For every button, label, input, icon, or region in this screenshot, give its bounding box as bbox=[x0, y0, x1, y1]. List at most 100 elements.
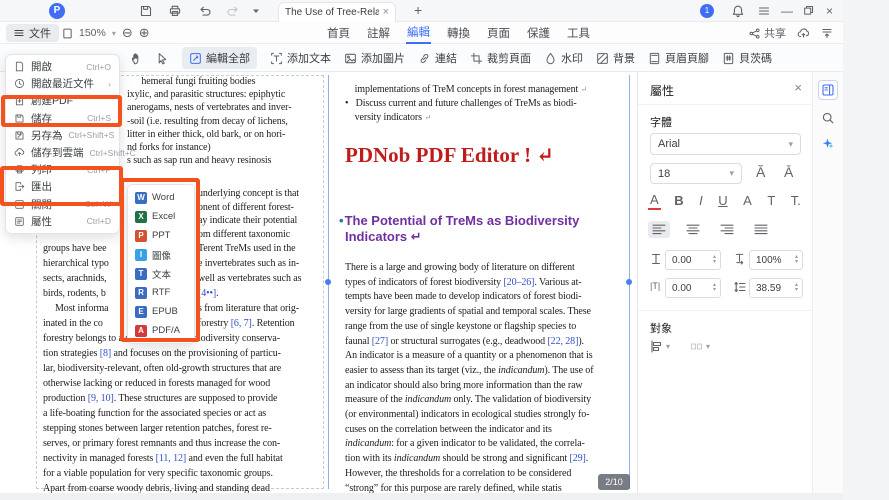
word-spacing-input[interactable]: 0.00▴▾ bbox=[665, 278, 721, 298]
zoom-out-icon[interactable]: ⊖ bbox=[122, 25, 133, 41]
textbox-handle[interactable] bbox=[626, 279, 632, 285]
select-tool-icon[interactable] bbox=[156, 52, 169, 65]
add-image-button[interactable]: 添加圖片 bbox=[344, 50, 405, 66]
file-menu-item-另存為[interactable]: 另存為Ctrl+Shift+S bbox=[6, 127, 119, 144]
search-panel-icon[interactable] bbox=[818, 108, 838, 128]
tab-tools[interactable]: 工具 bbox=[566, 23, 591, 43]
save-icon[interactable] bbox=[139, 4, 153, 18]
hand-tool-icon[interactable] bbox=[130, 52, 143, 65]
file-menu-item-列印[interactable]: 列印Ctrl+P bbox=[6, 161, 119, 178]
link-button[interactable]: 連結 bbox=[418, 50, 457, 66]
print-icon[interactable] bbox=[168, 4, 182, 18]
stepper-arrows[interactable]: ▴▾ bbox=[795, 283, 798, 293]
file-menu-item-匯出[interactable]: 匯出 bbox=[6, 178, 119, 195]
font-color-button[interactable]: A bbox=[648, 192, 661, 210]
export-format-Word[interactable]: WWord bbox=[128, 188, 194, 207]
restore-window-button[interactable] bbox=[803, 5, 817, 19]
file-menu-item-開啟[interactable]: 開啟Ctrl+O bbox=[6, 58, 119, 75]
export-format-文本[interactable]: T文本 bbox=[128, 264, 194, 283]
zoom-in-icon[interactable]: ⊕ bbox=[139, 25, 150, 41]
history-caret-icon[interactable] bbox=[252, 7, 266, 21]
stepper-arrows[interactable]: ▴▾ bbox=[795, 255, 798, 265]
saveas-icon bbox=[14, 130, 25, 141]
redo-icon[interactable] bbox=[226, 4, 240, 18]
crop-page-button[interactable]: 裁剪頁面 bbox=[470, 50, 531, 66]
document-text-line: hierarchical typo bbox=[43, 258, 109, 269]
document-text-line: Apart from coarse woody debris, living a… bbox=[43, 483, 270, 493]
new-tab-button[interactable]: + bbox=[414, 2, 422, 18]
italic-button[interactable]: I bbox=[697, 192, 705, 209]
cloud-sync-icon[interactable] bbox=[797, 27, 810, 40]
font-size-decrease-button[interactable]: Ā bbox=[784, 164, 793, 180]
align-right-button[interactable] bbox=[716, 221, 738, 238]
document-tab[interactable]: The Use of Tree-Relate... * × bbox=[278, 2, 396, 22]
font-size-increase-button[interactable]: Ă bbox=[756, 164, 765, 180]
file-menu-button[interactable]: 文件 bbox=[6, 24, 59, 42]
share-button[interactable]: 共享 bbox=[749, 25, 786, 41]
object-section-label: 對象 bbox=[650, 320, 672, 336]
tab-home[interactable]: 首頁 bbox=[326, 23, 351, 43]
underline-button[interactable]: U bbox=[716, 192, 729, 209]
document-text-line: sects, arachnids, bbox=[43, 273, 107, 284]
export-format-圖像[interactable]: I圖像 bbox=[128, 245, 194, 264]
cloudup-icon bbox=[14, 147, 25, 158]
tab-protect[interactable]: 保護 bbox=[526, 23, 551, 43]
file-menu-item-屬性[interactable]: 屬性Ctrl+D bbox=[6, 213, 119, 230]
char-spacing-input[interactable]: 0.00▴▾ bbox=[665, 250, 721, 270]
stepper-arrows[interactable]: ▴▾ bbox=[713, 283, 716, 293]
document-tab-title: The Use of Tree-Relate... * bbox=[285, 7, 379, 18]
file-menu-item-儲存[interactable]: 儲存Ctrl+S bbox=[6, 110, 119, 127]
export-format-EPUB[interactable]: EEPUB bbox=[128, 302, 194, 321]
export-format-PDF/A[interactable]: APDF/A bbox=[128, 321, 194, 340]
background-button[interactable]: 背景 bbox=[596, 50, 635, 66]
account-badge[interactable]: 1 bbox=[700, 4, 714, 18]
object-align-button[interactable]: ▾ bbox=[650, 340, 670, 353]
export-format-PPT[interactable]: PPPT bbox=[128, 226, 194, 245]
file-menu-item-創建PDF[interactable]: 創建PDF bbox=[6, 92, 119, 109]
align-left-button[interactable] bbox=[648, 221, 670, 238]
superscript-button[interactable]: T bbox=[765, 192, 777, 209]
collapse-toolbar-icon[interactable] bbox=[821, 27, 833, 39]
highlight-button[interactable]: A bbox=[741, 192, 754, 209]
close-window-button[interactable]: × bbox=[826, 3, 833, 19]
file-menu-item-開啟最近文件[interactable]: 開啟最近文件› bbox=[6, 75, 119, 92]
bold-button[interactable]: B bbox=[672, 192, 685, 209]
tab-page[interactable]: 頁面 bbox=[486, 23, 511, 43]
export-format-Excel[interactable]: XExcel bbox=[128, 207, 194, 226]
document-text-line: • Discuss current and future challenges … bbox=[345, 98, 577, 109]
export-format-RTF[interactable]: RRTF bbox=[128, 283, 194, 302]
notification-bell-icon[interactable] bbox=[731, 4, 745, 18]
horizontal-scale-input[interactable]: 100%▴▾ bbox=[749, 250, 803, 270]
tab-annotate[interactable]: 註解 bbox=[366, 23, 391, 43]
undo-icon[interactable] bbox=[198, 4, 212, 18]
bates-number-button[interactable]: 貝茨碼 bbox=[722, 50, 772, 66]
file-menu-item-儲存到雲端[interactable]: 儲存到雲端Ctrl+Shift+C bbox=[6, 144, 119, 161]
header-footer-button[interactable]: 頁眉頁腳 bbox=[648, 50, 709, 66]
file-menu-item-關閉[interactable]: 關閉Ctrl+W bbox=[6, 196, 119, 213]
zoom-caret-icon[interactable]: ▾ bbox=[112, 29, 116, 38]
minimize-button[interactable]: — bbox=[781, 3, 793, 19]
document-text-line: However, the thresholds for a correlatio… bbox=[345, 468, 571, 479]
font-family-select[interactable]: Arial▾ bbox=[650, 133, 801, 155]
zoom-level[interactable]: 150% bbox=[79, 27, 106, 39]
tab-close-icon[interactable]: × bbox=[383, 7, 389, 18]
page-view-icon[interactable] bbox=[62, 28, 73, 39]
line-spacing-input[interactable]: 38.59▴▾ bbox=[749, 278, 803, 298]
add-text-button[interactable]: 添加文本 bbox=[270, 50, 331, 66]
properties-panel-icon[interactable] bbox=[818, 80, 838, 100]
main-menu-icon[interactable] bbox=[757, 4, 771, 18]
ai-assistant-icon[interactable] bbox=[818, 134, 838, 154]
object-distribute-button[interactable]: ▾ bbox=[690, 340, 710, 353]
tab-edit[interactable]: 編輯 bbox=[406, 22, 431, 44]
subscript-button[interactable]: T. bbox=[789, 192, 803, 209]
align-center-button[interactable] bbox=[682, 221, 704, 238]
textbox-handle[interactable] bbox=[325, 279, 331, 285]
panel-close-icon[interactable]: × bbox=[794, 80, 802, 95]
font-size-select[interactable]: 18▾ bbox=[650, 163, 742, 184]
align-justify-button[interactable] bbox=[750, 221, 772, 238]
stepper-arrows[interactable]: ▴▾ bbox=[713, 255, 716, 265]
tab-convert[interactable]: 轉換 bbox=[446, 23, 471, 43]
watermark-button[interactable]: 水印 bbox=[544, 50, 583, 66]
edit-all-button[interactable]: 編輯全部 bbox=[182, 47, 257, 69]
inserted-banner-text[interactable]: PDNob PDF Editor ! ↵ bbox=[345, 142, 554, 168]
